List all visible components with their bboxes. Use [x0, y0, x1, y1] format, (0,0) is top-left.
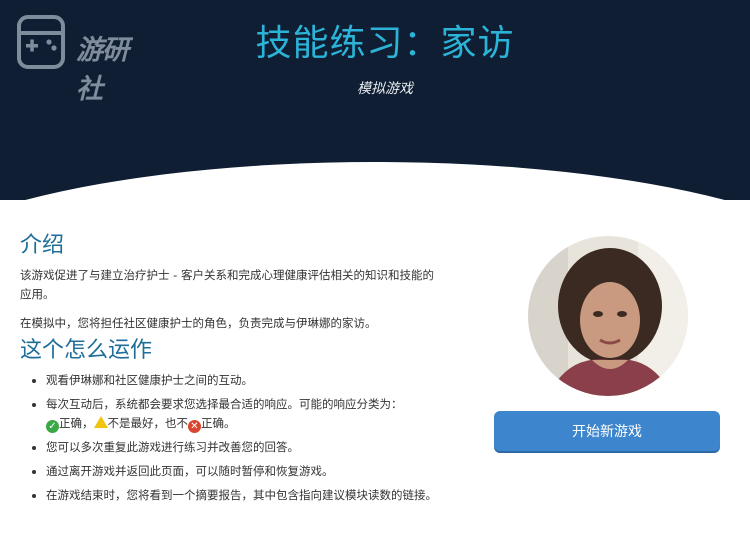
correct-label: 正确， — [59, 416, 94, 430]
page-title: 技能练习：家访 — [255, 23, 515, 64]
page-header: 游研社 技能练习：家访 模拟游戏 — [0, 0, 750, 200]
intro-heading: 介绍 — [20, 233, 65, 258]
list-item: 您可以多次重复此游戏进行练习并改善您的回答。 — [46, 438, 440, 457]
warning-icon — [93, 416, 108, 428]
how-it-works-heading: 这个怎么运作 — [20, 338, 153, 363]
avatar — [528, 236, 688, 396]
cross-icon: ✕ — [188, 420, 201, 433]
not-prefix-label: 也不 — [165, 416, 188, 430]
page-subtitle: 模拟游戏 — [357, 81, 413, 97]
start-new-game-button[interactable]: 开始新游戏 — [494, 411, 720, 451]
list-item: 观看伊琳娜和社区健康护士之间的互动。 — [46, 371, 440, 390]
intro-paragraph-1: 该游戏促进了与建立治疗护士 - 客户关系和完成心理健康评估相关的知识和技能的应用… — [20, 268, 434, 301]
character-portrait-image — [528, 236, 688, 396]
intro-paragraph-2: 在模拟中，您将担任社区健康护士的角色，负责完成与伊琳娜的家访。 — [20, 316, 377, 330]
list-item: 通过离开游戏并返回此页面，可以随时暂停和恢复游戏。 — [46, 462, 440, 481]
check-icon: ✓ — [46, 420, 59, 433]
how-it-works-list: 观看伊琳娜和社区健康护士之间的互动。 每次互动后，系统都会要求您选择最合适的响应… — [20, 371, 440, 505]
not-best-label: 不是最好， — [107, 416, 166, 430]
list-item: 在游戏结束时，您将看到一个摘要报告，其中包含指向建议模块读数的链接。 — [46, 486, 440, 505]
list-item: 每次互动后，系统都会要求您选择最合适的响应。可能的响应分类为： ✓正确，不是最好… — [46, 395, 440, 433]
incorrect-label: 正确。 — [201, 416, 236, 430]
header-curve-divider — [0, 162, 750, 200]
main-content: 介绍 该游戏促进了与建立治疗护士 - 客户关系和完成心理健康评估相关的知识和技能… — [20, 232, 440, 510]
